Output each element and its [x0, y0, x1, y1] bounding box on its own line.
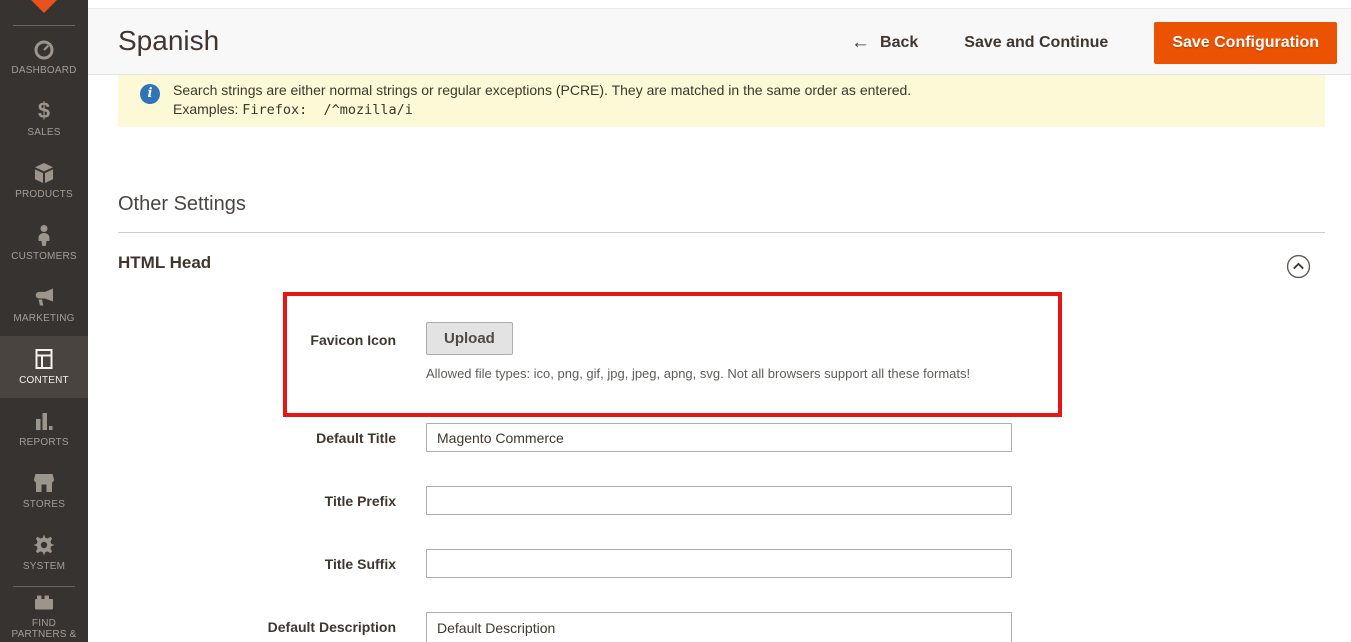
sidebar-item-label: STORES [23, 499, 65, 511]
sidebar-item-content[interactable]: CONTENT [0, 336, 88, 398]
default-title-label: Default Title [216, 430, 396, 446]
sidebar-item-label: SALES [27, 127, 60, 139]
sidebar-item-label: CUSTOMERS [11, 251, 77, 263]
sidebar-item-label: FIND PARTNERS & EXTENSIONS [3, 618, 85, 642]
header-actions: ← Back Save and Continue Save Configurat… [851, 9, 1337, 76]
reports-icon [32, 409, 56, 433]
notice-examples-label: Examples: [173, 101, 242, 117]
favicon-allowed-types-note: Allowed file types: ico, png, gif, jpg, … [426, 366, 970, 381]
favicon-icon-label: Favicon Icon [216, 332, 396, 348]
title-suffix-input[interactable] [426, 549, 1012, 578]
content-icon [32, 347, 56, 371]
group-title-html-head: HTML Head [118, 253, 211, 273]
save-configuration-button[interactable]: Save Configuration [1154, 22, 1337, 64]
section-title: Other Settings [118, 193, 246, 216]
sidebar-item-reports[interactable]: REPORTS [0, 398, 88, 460]
magento-logo-icon[interactable] [27, 0, 61, 13]
chevron-up-icon [1286, 254, 1311, 279]
dashboard-icon [32, 37, 56, 61]
magento-admin-page: DASHBOARD $ SALES PRODUCTS CUSTOMERS [0, 0, 1351, 642]
sidebar-item-marketing[interactable]: MARKETING [0, 274, 88, 336]
sidebar-item-label: DASHBOARD [11, 65, 76, 77]
default-description-label: Default Description [216, 619, 396, 635]
sidebar-item-system[interactable]: SYSTEM [0, 522, 88, 584]
customers-icon [32, 223, 56, 247]
sales-icon: $ [32, 99, 56, 123]
system-icon [32, 533, 56, 557]
sidebar-item-label: PRODUCTS [15, 189, 73, 201]
notice-line2: Examples: Firefox: /^mozilla/i [173, 100, 911, 119]
notice-line1: Search strings are either normal strings… [173, 81, 911, 100]
sidebar-item-dashboard[interactable]: DASHBOARD [0, 26, 88, 88]
save-and-continue-button[interactable]: Save and Continue [964, 34, 1108, 52]
sidebar-item-find-partners[interactable]: FIND PARTNERS & EXTENSIONS [0, 590, 88, 642]
default-title-input[interactable] [426, 423, 1012, 452]
sidebar-menu: DASHBOARD $ SALES PRODUCTS CUSTOMERS [0, 26, 88, 642]
section-divider [118, 232, 1325, 233]
admin-sidebar: DASHBOARD $ SALES PRODUCTS CUSTOMERS [0, 0, 88, 642]
top-strip [88, 0, 1351, 8]
title-prefix-input[interactable] [426, 486, 1012, 515]
title-suffix-label: Title Suffix [216, 556, 396, 572]
notice-text: Search strings are either normal strings… [173, 81, 911, 119]
collapse-section-button[interactable] [1286, 254, 1311, 279]
sidebar-item-products[interactable]: PRODUCTS [0, 150, 88, 212]
info-icon: i [140, 84, 160, 104]
sidebar-item-sales[interactable]: $ SALES [0, 88, 88, 150]
sidebar-item-customers[interactable]: CUSTOMERS [0, 212, 88, 274]
stores-icon [32, 471, 56, 495]
default-description-textarea[interactable]: Default Description [426, 612, 1012, 642]
back-button[interactable]: ← Back [851, 32, 918, 54]
page-title: Spanish [118, 25, 219, 57]
marketing-icon [32, 285, 56, 309]
sidebar-item-label: REPORTS [19, 437, 69, 449]
info-notice-banner: i Search strings are either normal strin… [118, 75, 1325, 127]
sidebar-item-label: CONTENT [19, 375, 69, 387]
back-arrow-icon: ← [851, 32, 870, 54]
sidebar-item-label: MARKETING [13, 313, 74, 325]
upload-button[interactable]: Upload [426, 322, 513, 355]
notice-code: Firefox: /^mozilla/i [242, 102, 413, 118]
back-label: Back [880, 34, 918, 52]
sidebar-divider [13, 586, 75, 587]
page-header: Spanish ← Back Save and Continue Save Co… [88, 8, 1351, 75]
sidebar-item-stores[interactable]: STORES [0, 460, 88, 522]
annotation-highlight-rect [283, 292, 1062, 417]
title-prefix-label: Title Prefix [216, 493, 396, 509]
products-icon [32, 161, 56, 185]
sidebar-item-label: SYSTEM [23, 561, 65, 573]
find-partners-icon [32, 590, 56, 614]
